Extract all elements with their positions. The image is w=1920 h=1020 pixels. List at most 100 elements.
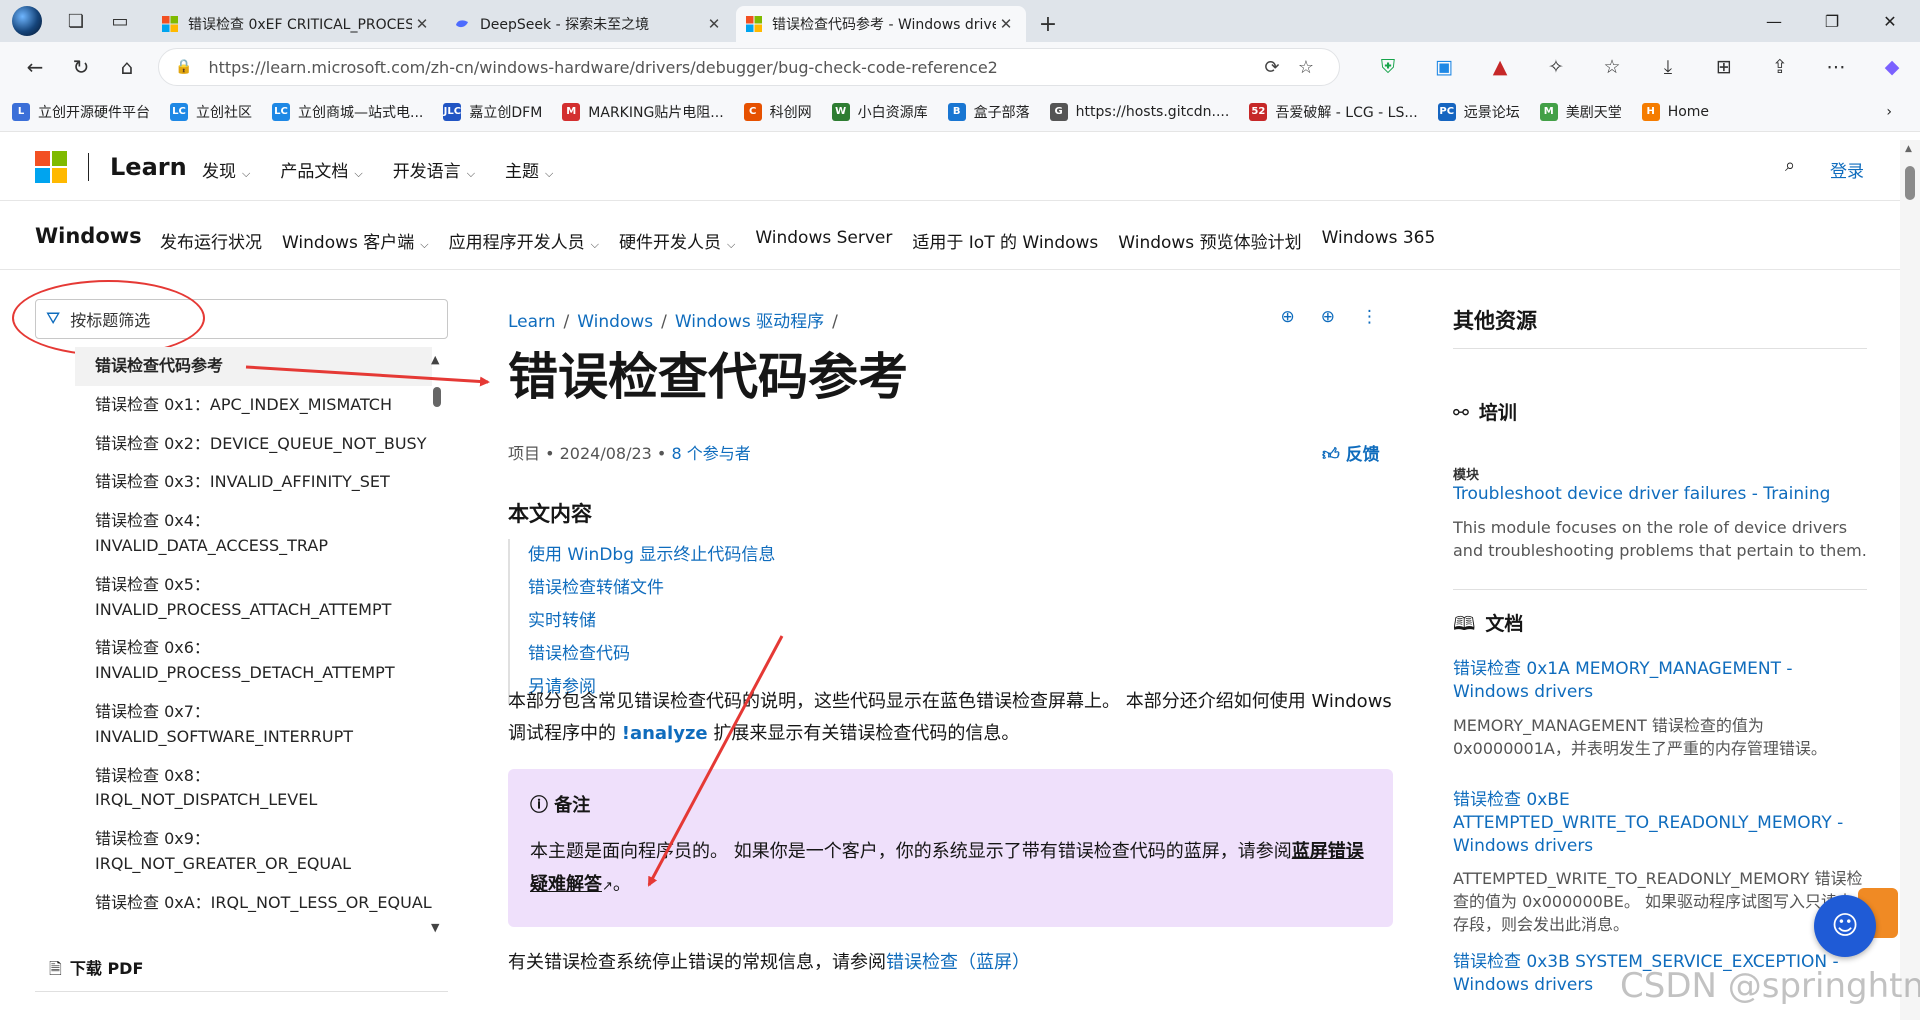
toc-item[interactable]: 错误检查 0x2：DEVICE_QUEUE_NOT_BUSY: [75, 425, 432, 464]
subnav-item[interactable]: Windows 预览体验计划: [1118, 228, 1301, 253]
downloads-icon[interactable]: ⤓: [1640, 47, 1696, 87]
tab-title: DeepSeek - 探索未至之境: [480, 17, 650, 33]
toc-item[interactable]: 错误检查 0x7：INVALID_SOFTWARE_INTERRUPT: [75, 693, 432, 757]
bookmark[interactable]: M MARKING贴片电阻...: [562, 102, 724, 122]
extension-icon[interactable]: ▲: [1472, 47, 1528, 87]
maximize-button[interactable]: ❐: [1803, 0, 1861, 42]
bookmark[interactable]: LC 立创社区: [170, 102, 252, 122]
close-tab-icon[interactable]: ✕: [704, 15, 724, 33]
toc-scroll-up-icon[interactable]: ▲: [431, 353, 439, 366]
doc-link[interactable]: 错误检查 0x1A MEMORY_MANAGEMENT - Windows dr…: [1453, 658, 1867, 704]
bug-check-link[interactable]: 错误检查（蓝屏）: [886, 952, 1030, 973]
toc-item[interactable]: 错误检查 0x3：INVALID_AFFINITY_SET: [75, 463, 432, 502]
product-title[interactable]: Windows: [35, 224, 142, 248]
in-article-link[interactable]: 使用 WinDbg 显示终止代码信息: [528, 539, 775, 572]
close-window-button[interactable]: ✕: [1861, 0, 1919, 42]
copilot-icon[interactable]: ◆: [1864, 47, 1920, 87]
bookmark[interactable]: 52 吾爱破解 - LCG - LS...: [1249, 102, 1418, 122]
close-tab-icon[interactable]: ✕: [996, 15, 1016, 33]
nav-discover[interactable]: 发现 ⌵: [202, 157, 250, 182]
toc-item[interactable]: 错误检查 0x1：APC_INDEX_MISMATCH: [75, 386, 432, 425]
shield-extension-icon[interactable]: ⛨: [1360, 47, 1416, 87]
translate-icon[interactable]: ⟳: [1255, 57, 1289, 78]
bookmark[interactable]: JLC 嘉立创DFM: [443, 102, 542, 122]
scroll-up-icon[interactable]: ▲: [1905, 144, 1912, 154]
toc-item[interactable]: 错误检查 0x8：IRQL_NOT_DISPATCH_LEVEL: [75, 757, 432, 821]
url-text[interactable]: https://learn.microsoft.com/zh-cn/window…: [208, 58, 1255, 77]
back-button[interactable]: ←: [12, 47, 58, 87]
microsoft-logo-icon[interactable]: [35, 151, 67, 183]
browser-tab-active[interactable]: 错误检查代码参考 - Windows drivers ✕: [736, 6, 1026, 42]
globe-icon[interactable]: ⊕: [1281, 307, 1295, 327]
subnav-item[interactable]: 硬件开发人员 ⌵: [619, 228, 735, 253]
analyze-link[interactable]: !analyze: [622, 723, 708, 744]
nav-product-docs[interactable]: 产品文档 ⌵: [280, 157, 362, 182]
contributors-link[interactable]: 8 个参与者: [671, 444, 750, 463]
bookmark[interactable]: H Home: [1641, 102, 1709, 121]
workspaces-icon[interactable]: ❏: [54, 0, 98, 42]
search-icon[interactable]: ⌕: [1785, 155, 1795, 176]
profile-icon[interactable]: [0, 0, 54, 42]
subnav-item[interactable]: 适用于 IoT 的 Windows: [912, 228, 1098, 253]
bookmark[interactable]: C 科创网: [743, 102, 812, 122]
nav-languages[interactable]: 开发语言 ⌵: [393, 157, 475, 182]
toc-item-selected[interactable]: 错误检查代码参考: [75, 347, 432, 386]
favorites-icon[interactable]: ☆: [1584, 47, 1640, 87]
chat-assistant-button[interactable]: ☺: [1814, 895, 1876, 957]
address-bar[interactable]: 🔒 https://learn.microsoft.com/zh-cn/wind…: [158, 48, 1340, 86]
favorite-star-icon[interactable]: ☆: [1289, 57, 1323, 78]
scroll-thumb[interactable]: [1905, 166, 1915, 200]
in-article-link[interactable]: 实时转储: [528, 605, 775, 638]
breadcrumb-link[interactable]: Windows: [577, 312, 653, 332]
more-actions-icon[interactable]: ⋮: [1361, 307, 1378, 327]
in-article-link[interactable]: 错误检查转储文件: [528, 572, 775, 605]
bookmark[interactable]: PC 远景论坛: [1437, 102, 1520, 122]
close-tab-icon[interactable]: ✕: [412, 15, 432, 33]
toc-item[interactable]: 错误检查 0x5：INVALID_PROCESS_ATTACH_ATTEMPT: [75, 566, 432, 630]
new-tab-button[interactable]: +: [1028, 6, 1068, 42]
bookmark[interactable]: LC 立创商城—站式电...: [272, 102, 423, 122]
extensions-puzzle-icon[interactable]: ✧: [1528, 47, 1584, 87]
lock-icon[interactable]: 🔒: [175, 59, 192, 75]
resource-kind: 模块: [1453, 468, 1480, 483]
in-article-link[interactable]: 错误检查代码: [528, 638, 775, 671]
browser-tab[interactable]: DeepSeek - 探索未至之境 ✕: [444, 6, 734, 42]
breadcrumb-link[interactable]: Learn: [508, 312, 556, 332]
feedback-button[interactable]: 👍︎ 反馈: [1322, 440, 1380, 465]
learn-brand-link[interactable]: Learn: [110, 153, 187, 181]
browser-tab[interactable]: 错误检查 0xEF CRITICAL_PROCESS_DIED ✕: [152, 6, 442, 42]
download-pdf-link[interactable]: 🗎 下载 PDF: [49, 955, 143, 985]
extension-icon[interactable]: ▣: [1416, 47, 1472, 87]
minimize-button[interactable]: —: [1745, 0, 1803, 42]
toc-item[interactable]: 错误检查 0x6：INVALID_PROCESS_DETACH_ATTEMPT: [75, 629, 432, 693]
bookmark[interactable]: W 小白资源库: [831, 102, 928, 122]
toc-scrollbar[interactable]: [433, 387, 441, 407]
bookmark[interactable]: B 盒子部落: [947, 102, 1030, 122]
subnav-item[interactable]: Windows Server: [755, 228, 892, 253]
doc-link[interactable]: 错误检查 0xBE ATTEMPTED_WRITE_TO_READONLY_ME…: [1453, 789, 1867, 858]
subnav-item[interactable]: 应用程序开发人员 ⌵: [449, 228, 599, 253]
bookmark[interactable]: Ghttps://hosts.gitcdn....: [1049, 102, 1229, 121]
subnav-item[interactable]: 发布运行状况: [160, 228, 262, 253]
subnav-item[interactable]: Windows 365: [1322, 228, 1436, 253]
toc-scroll-down-icon[interactable]: ▼: [431, 921, 439, 934]
tab-actions-icon[interactable]: ▭: [98, 0, 142, 42]
share-icon[interactable]: ⇪: [1752, 47, 1808, 87]
home-button[interactable]: ⌂: [104, 47, 150, 87]
bookmark[interactable]: M 美剧天堂: [1539, 102, 1622, 122]
bookmark[interactable]: L 立创开源硬件平台: [12, 102, 150, 122]
bookmarks-overflow-icon[interactable]: ›: [1886, 104, 1892, 120]
collections-icon[interactable]: ⊞: [1696, 47, 1752, 87]
breadcrumb-link[interactable]: Windows 驱动程序: [675, 312, 824, 332]
refresh-button[interactable]: ↻: [58, 47, 104, 87]
subnav-item[interactable]: Windows 客户端 ⌵: [282, 228, 429, 253]
page-scrollbar[interactable]: ▲: [1900, 140, 1920, 1020]
more-menu-icon[interactable]: ⋯: [1808, 47, 1864, 87]
nav-topics[interactable]: 主题 ⌵: [505, 157, 553, 182]
toc-item[interactable]: 错误检查 0x9：IRQL_NOT_GREATER_OR_EQUAL: [75, 820, 432, 884]
login-link[interactable]: 登录: [1830, 157, 1864, 182]
toc-item[interactable]: 错误检查 0xA：IRQL_NOT_LESS_OR_EQUAL: [75, 884, 432, 923]
training-link[interactable]: Troubleshoot device driver failures - Tr…: [1453, 483, 1867, 506]
add-collection-icon[interactable]: ⊕: [1321, 307, 1335, 327]
toc-item[interactable]: 错误检查 0x4：INVALID_DATA_ACCESS_TRAP: [75, 502, 432, 566]
